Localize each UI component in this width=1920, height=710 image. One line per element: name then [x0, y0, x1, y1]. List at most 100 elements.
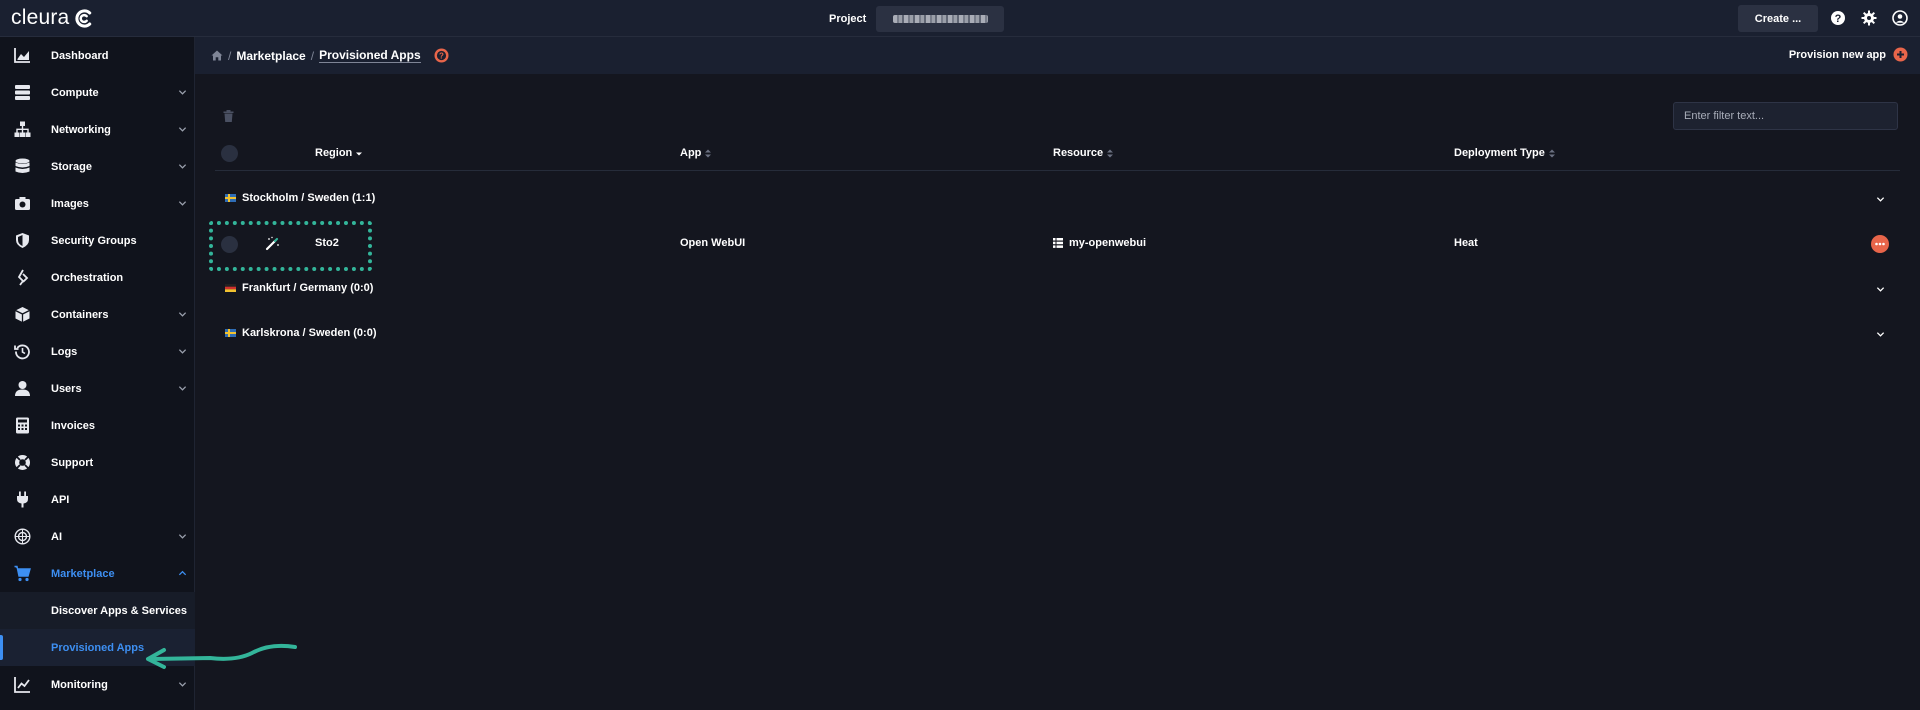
plug-icon: [17, 491, 28, 508]
sidebar: Dashboard Compute Networking Storage Ima…: [0, 37, 195, 710]
chevron-down-icon: [178, 127, 187, 132]
table-row[interactable]: Sto2 Open WebUI my-openwebui Heat: [215, 229, 1900, 259]
sidebar-item-label: Marketplace: [51, 567, 115, 580]
cell-resource-label: my-openwebui: [1069, 237, 1147, 249]
region-group-label: Stockholm / Sweden (1:1): [242, 192, 376, 204]
history-icon: [14, 344, 30, 360]
column-header-label: Region: [315, 147, 353, 159]
project-select[interactable]: [876, 6, 1005, 32]
column-header-label: App: [680, 147, 702, 159]
storage-database-icon: [15, 158, 30, 173]
sidebar-item-users[interactable]: Users: [0, 370, 195, 407]
cell-deployment-type: Heat: [1454, 237, 1478, 249]
settings-gear-icon[interactable]: [1861, 10, 1877, 26]
sidebar-item-marketplace[interactable]: Marketplace: [0, 555, 195, 592]
sidebar-item-logs[interactable]: Logs: [0, 333, 195, 370]
sidebar-subitem-label: Provisioned Apps: [51, 641, 145, 654]
orchestration-icon: [17, 269, 29, 286]
chevron-down-icon: [178, 201, 187, 206]
sidebar-item-label: Logs: [51, 345, 78, 358]
sidebar-item-containers[interactable]: Containers: [0, 296, 195, 333]
sidebar-item-support[interactable]: Support: [0, 444, 195, 481]
chevron-down-icon: [178, 349, 187, 354]
sidebar-item-label: Users: [51, 382, 82, 395]
plus-circle-icon: [1893, 47, 1908, 62]
compute-server-icon: [15, 85, 30, 100]
region-group-row[interactable]: Frankfurt / Germany (0:0): [215, 278, 1900, 300]
sidebar-item-label: Orchestration: [51, 271, 124, 284]
lifebuoy-icon: [15, 455, 30, 470]
sidebar-item-label: Monitoring: [51, 678, 108, 691]
shield-icon: [16, 233, 29, 248]
column-header-resource[interactable]: Resource: [1053, 147, 1114, 159]
sweden-flag-icon: [225, 329, 236, 337]
region-group-label: Karlskrona / Sweden (0:0): [242, 327, 377, 339]
provision-new-app-button[interactable]: Provision new app: [1789, 47, 1908, 62]
networking-icon: [14, 121, 31, 137]
trash-icon[interactable]: [223, 110, 234, 122]
cleura-logo[interactable]: cleura: [11, 6, 94, 30]
sidebar-item-ai[interactable]: AI: [0, 518, 195, 555]
sidebar-item-label: AI: [51, 530, 62, 543]
camera-icon: [15, 197, 30, 210]
sidebar-item-label: Images: [51, 197, 89, 210]
sidebar-item-orchestration[interactable]: Orchestration: [0, 259, 195, 296]
cell-resource[interactable]: my-openwebui: [1053, 237, 1146, 249]
sidebar-item-dashboard[interactable]: Dashboard: [0, 37, 195, 74]
list-table-icon: [1053, 238, 1063, 248]
region-group-row[interactable]: Stockholm / Sweden (1:1): [215, 188, 1900, 210]
create-button[interactable]: Create ...: [1738, 5, 1818, 32]
sidebar-item-api[interactable]: API: [0, 481, 195, 518]
chevron-down-icon[interactable]: [1876, 285, 1885, 294]
table-divider: [215, 170, 1900, 171]
home-icon[interactable]: [211, 50, 223, 61]
sort-desc-icon: [356, 152, 363, 155]
sidebar-item-label: Security Groups: [51, 234, 137, 247]
chevron-down-icon: [178, 682, 187, 687]
sidebar-item-images[interactable]: Images: [0, 185, 195, 222]
column-header-label: Deployment Type: [1454, 147, 1545, 159]
chevron-down-icon[interactable]: [1876, 330, 1885, 339]
breadcrumb-separator: /: [228, 48, 232, 63]
chevron-down-icon: [178, 312, 187, 317]
chevron-down-icon: [178, 386, 187, 391]
sidebar-subitem-discover-apps[interactable]: Discover Apps & Services: [0, 592, 195, 629]
column-header-region[interactable]: Region: [315, 147, 363, 159]
region-group-row[interactable]: Karlskrona / Sweden (0:0): [215, 323, 1900, 345]
selection-indicator: [0, 635, 3, 660]
filter-input[interactable]: [1673, 102, 1898, 130]
sidebar-item-security-groups[interactable]: Security Groups: [0, 222, 195, 259]
region-group-label: Frankfurt / Germany (0:0): [242, 282, 374, 294]
more-horizontal-icon: [1875, 242, 1885, 246]
breadcrumb-marketplace[interactable]: Marketplace: [236, 49, 305, 63]
annotation-highlight-box: [209, 221, 372, 271]
column-header-app[interactable]: App: [680, 147, 712, 159]
monitoring-chart-icon: [14, 677, 30, 693]
sidebar-item-storage[interactable]: Storage: [0, 148, 195, 185]
row-actions-button[interactable]: [1871, 235, 1889, 253]
user-icon: [15, 381, 30, 396]
page-help-icon[interactable]: ?: [434, 48, 449, 63]
svg-text:?: ?: [439, 52, 444, 61]
sidebar-item-label: Networking: [51, 123, 111, 136]
cart-icon: [14, 565, 31, 582]
logo-mark-icon: [75, 8, 92, 28]
chevron-down-icon[interactable]: [1876, 195, 1885, 204]
sidebar-subitem-label: Discover Apps & Services: [51, 604, 187, 617]
project-name-redacted: [892, 15, 988, 23]
chevron-down-icon: [178, 90, 187, 95]
help-icon[interactable]: ?: [1830, 10, 1846, 26]
breadcrumb: / Marketplace / Provisioned Apps ?: [211, 48, 449, 63]
dashboard-chart-icon: [14, 48, 30, 63]
column-header-deployment-type[interactable]: Deployment Type: [1454, 147, 1555, 159]
user-account-icon[interactable]: [1892, 10, 1908, 26]
sidebar-item-invoices[interactable]: Invoices: [0, 407, 195, 444]
sidebar-item-label: Invoices: [51, 419, 96, 432]
sidebar-item-compute[interactable]: Compute: [0, 74, 195, 111]
sidebar-item-networking[interactable]: Networking: [0, 111, 195, 148]
sort-icon: [705, 149, 712, 157]
breadcrumb-separator: /: [310, 48, 315, 63]
sidebar-item-label: Compute: [51, 86, 99, 99]
chevron-up-icon: [178, 570, 187, 576]
select-all-checkbox[interactable]: [221, 145, 238, 162]
